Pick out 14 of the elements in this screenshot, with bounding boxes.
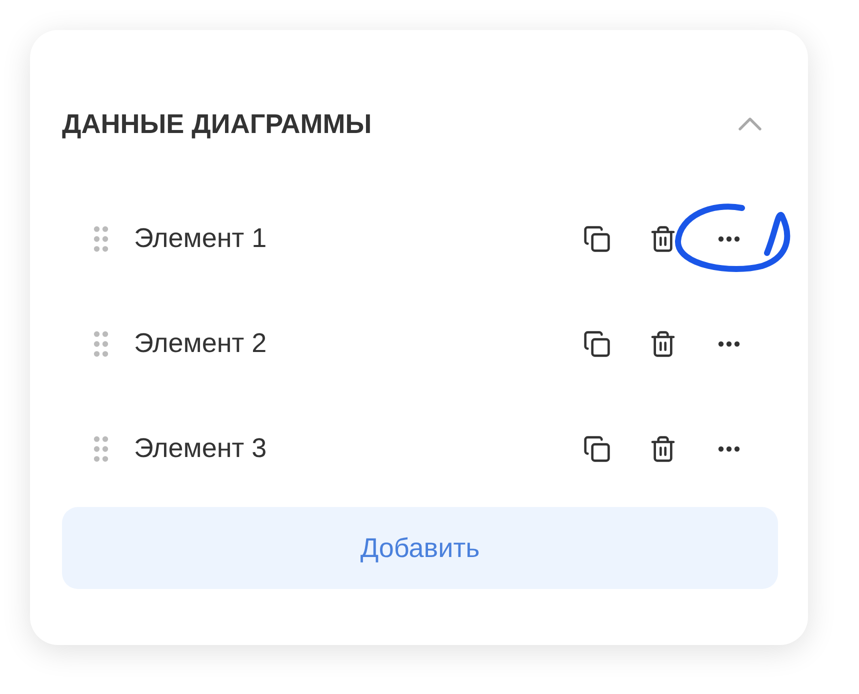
copy-icon — [583, 224, 611, 252]
copy-icon — [583, 434, 611, 462]
trash-icon — [649, 224, 677, 252]
trash-icon — [649, 434, 677, 462]
more-icon — [718, 236, 740, 242]
trash-icon — [649, 330, 677, 358]
more-icon — [718, 340, 740, 346]
item-label: Элемент 1 — [134, 222, 268, 256]
item-label: Элемент 2 — [134, 327, 268, 360]
copy-icon — [583, 330, 611, 358]
add-button[interactable]: Добавить — [62, 507, 778, 589]
item-label: Элемент 3 — [134, 432, 268, 466]
more-icon — [718, 446, 740, 452]
panel-title: ДАННЫЕ ДИАГРАММЫ — [62, 108, 372, 141]
